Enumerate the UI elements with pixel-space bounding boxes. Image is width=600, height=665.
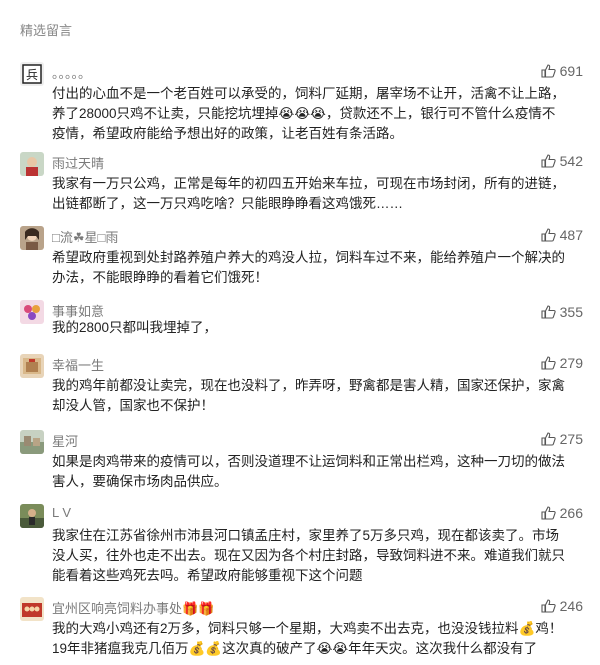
comment-item: 宜州区响亮饲料办事处🎁🎁 246 我的大鸡小鸡还有2万多，饲料只够一个星期，大鸡…	[20, 597, 585, 661]
section-title: 精选留言	[20, 23, 73, 38]
comment-text: 我的大鸡小鸡还有2万多，饲料只够一个星期，大鸡卖不出去克，也没没钱拉料💰鸡！ 1…	[52, 621, 563, 656]
comment-author: 星河	[52, 434, 79, 449]
comment-item: 幸福一生 279 我的鸡年前都没让卖完，现在也没料了，昨弄呀，野禽都是害人精，国…	[20, 354, 585, 414]
avatar[interactable]	[20, 152, 44, 176]
thumbs-up-icon	[541, 506, 556, 520]
comment-author: □流☘星□雨	[52, 230, 119, 245]
comment-item: L V 266 我家住在江苏省徐州市沛县河口镇孟庄村，家里养了5万多只鸡，现在都…	[20, 504, 585, 584]
comment-text: 我的2800只都叫我埋掉了，	[52, 320, 218, 335]
comment-author: 幸福一生	[52, 358, 105, 373]
like-button[interactable]: 279	[541, 355, 583, 371]
comment-text: 我的鸡年前都没让卖完，现在也没料了，昨弄呀，野禽都是害人精，国家还保护，家禽 却…	[52, 378, 565, 413]
thumbs-up-icon	[541, 228, 556, 242]
avatar[interactable]	[20, 504, 44, 528]
like-count: 246	[559, 598, 583, 614]
comment-item: 兵 。。。。。 691 付出的心血不是一个老百姓可以承受的，饲料厂延期，屠宰场不…	[20, 62, 585, 142]
thumbs-up-icon	[541, 599, 556, 613]
like-count: 279	[559, 355, 583, 371]
like-count: 542	[559, 153, 583, 169]
avatar[interactable]	[20, 226, 44, 250]
like-count: 275	[559, 431, 583, 447]
comment-text: 如果是肉鸡带来的疫情可以，否则没道理不让运饲料和正常出栏鸡，这种一刀切的做法 害…	[52, 454, 565, 489]
comment-text: 我家有一万只公鸡，正常是每年的初四五开始来车拉，可现在市场封闭，所有的进链， 出…	[52, 176, 565, 211]
comment-item: 事事如意 355 我的2800只都叫我埋掉了，	[20, 300, 585, 340]
avatar[interactable]	[20, 430, 44, 454]
comment-item: 星河 275 如果是肉鸡带来的疫情可以，否则没道理不让运饲料和正常出栏鸡，这种一…	[20, 430, 585, 490]
comment-author: L V	[52, 505, 72, 520]
comment-text: 希望政府重视到处封路养殖户养大的鸡没人拉，饲料车过不来，能给养殖户一个解决的 办…	[52, 250, 565, 285]
like-count: 266	[559, 505, 583, 521]
like-button[interactable]: 487	[541, 227, 583, 243]
like-count: 691	[559, 63, 583, 79]
like-button[interactable]: 691	[541, 63, 583, 79]
avatar[interactable]: 兵	[20, 62, 44, 86]
thumbs-up-icon	[541, 64, 556, 78]
thumbs-up-icon	[541, 305, 556, 319]
avatar[interactable]	[20, 354, 44, 378]
svg-text:兵: 兵	[26, 68, 38, 82]
avatar[interactable]	[20, 597, 44, 621]
comment-author: 。。。。。	[52, 66, 92, 81]
thumbs-up-icon	[541, 154, 556, 168]
like-count: 487	[559, 227, 583, 243]
like-button[interactable]: 542	[541, 153, 583, 169]
comment-text: 我家住在江苏省徐州市沛县河口镇孟庄村，家里养了5万多只鸡，现在都该卖了。市场 没…	[52, 528, 565, 583]
like-button[interactable]: 275	[541, 431, 583, 447]
comment-item: □流☘星□雨 487 希望政府重视到处封路养殖户养大的鸡没人拉，饲料车过不来，能…	[20, 226, 585, 286]
comment-item: 雨过天晴 542 我家有一万只公鸡，正常是每年的初四五开始来车拉，可现在市场封闭…	[20, 152, 585, 212]
like-button[interactable]: 266	[541, 505, 583, 521]
comment-text: 付出的心血不是一个老百姓可以承受的，饲料厂延期，屠宰场不让开，活禽不让上路， 养…	[52, 86, 565, 141]
avatar[interactable]	[20, 300, 44, 324]
thumbs-up-icon	[541, 356, 556, 370]
thumbs-up-icon	[541, 432, 556, 446]
comment-author: 宜州区响亮饲料办事处🎁🎁	[52, 601, 215, 616]
comment-author: 雨过天晴	[52, 156, 105, 171]
like-button[interactable]: 246	[541, 598, 583, 614]
